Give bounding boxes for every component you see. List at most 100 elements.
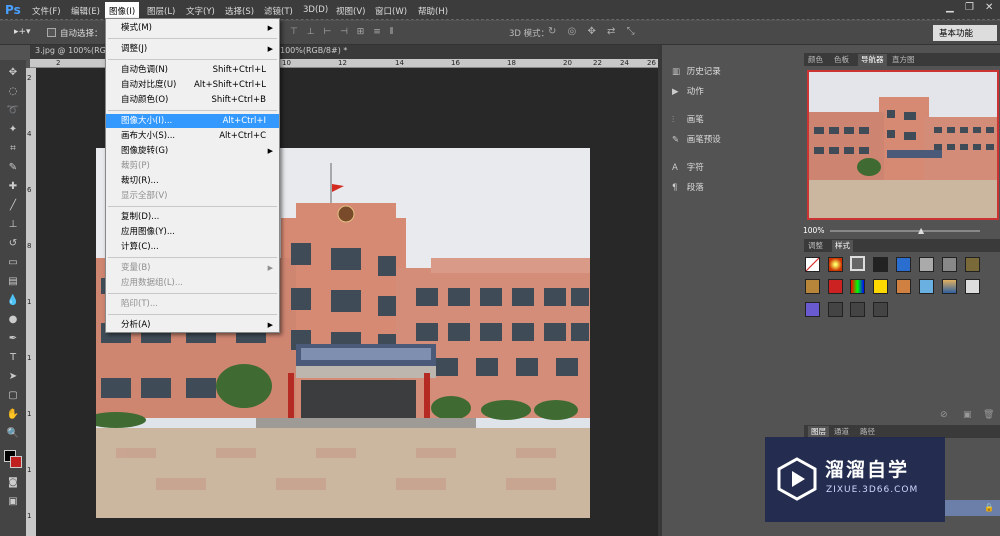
screen-mode-icon[interactable]: ▣ bbox=[6, 495, 20, 509]
menu-window[interactable]: 窗口(W) bbox=[375, 5, 407, 17]
style-swatch[interactable] bbox=[850, 302, 865, 317]
tab-styles[interactable]: 样式 bbox=[832, 240, 853, 252]
eraser-icon[interactable]: ▭ bbox=[6, 256, 20, 270]
menu-layer[interactable]: 图层(L) bbox=[147, 5, 175, 17]
move-tool-icon[interactable]: ▸+▾ bbox=[14, 27, 31, 37]
menu-view[interactable]: 视图(V) bbox=[336, 5, 365, 17]
blur-icon[interactable]: 💧 bbox=[6, 294, 20, 308]
style-swatch[interactable] bbox=[850, 279, 865, 294]
healing-icon[interactable]: ✚ bbox=[6, 180, 20, 194]
move-icon[interactable]: ✥ bbox=[6, 66, 20, 80]
crop-icon[interactable]: ⌗ bbox=[6, 142, 20, 156]
menu-filter[interactable]: 滤镜(T) bbox=[264, 5, 293, 17]
zoom-slider-handle[interactable]: ▲ bbox=[918, 226, 924, 235]
image-menu-item[interactable]: 应用图像(Y)... bbox=[106, 225, 279, 239]
style-swatch[interactable] bbox=[850, 256, 865, 271]
zoom-value[interactable]: 100% bbox=[803, 226, 824, 235]
lasso-icon[interactable]: ➰ bbox=[6, 104, 20, 118]
zoom-icon[interactable]: 🔍 bbox=[6, 427, 20, 441]
tab-adjustments[interactable]: 调整 bbox=[808, 240, 823, 251]
menu-type[interactable]: 文字(Y) bbox=[186, 5, 215, 17]
restore-icon[interactable]: ❐ bbox=[965, 2, 974, 13]
style-swatch[interactable] bbox=[828, 279, 843, 294]
image-menu-item[interactable]: 裁切(R)... bbox=[106, 174, 279, 188]
style-swatch[interactable] bbox=[805, 279, 820, 294]
3d-mode-icons[interactable]: ↻ ◎ ✥ ⇄ ⤡ bbox=[548, 26, 639, 37]
magic-wand-icon[interactable]: ✦ bbox=[6, 123, 20, 137]
background-color-swatch[interactable] bbox=[10, 456, 22, 468]
quick-mask-icon[interactable]: ◙ bbox=[6, 476, 20, 490]
close-icon[interactable]: ✕ bbox=[985, 2, 993, 13]
type-icon[interactable]: T bbox=[6, 351, 20, 365]
image-menu-item[interactable]: 自动色调(N) Shift+Ctrl+L bbox=[106, 63, 279, 77]
panel-actions[interactable]: ▶ 动作 bbox=[672, 85, 704, 99]
minimize-icon[interactable]: ▁ bbox=[946, 2, 954, 13]
image-menu-item[interactable]: 自动对比度(U) Alt+Shift+Ctrl+L bbox=[106, 78, 279, 92]
brush-icon[interactable]: ╱ bbox=[6, 199, 20, 213]
document-tab-2[interactable]: 100%(RGB/8#) * bbox=[280, 46, 347, 55]
trash-icon[interactable]: 🗑 bbox=[983, 410, 994, 420]
panel-character[interactable]: A 字符 bbox=[672, 161, 704, 175]
tab-histogram[interactable]: 直方图 bbox=[892, 54, 915, 65]
menu-help[interactable]: 帮助(H) bbox=[418, 5, 448, 17]
style-swatch[interactable] bbox=[919, 257, 934, 272]
delete-style-icon[interactable]: ⊘ bbox=[940, 410, 948, 420]
style-swatch[interactable] bbox=[942, 257, 957, 272]
menu-separator bbox=[108, 59, 277, 60]
history-brush-icon[interactable]: ↺ bbox=[6, 237, 20, 251]
style-swatch[interactable] bbox=[965, 279, 980, 294]
image-menu-item[interactable]: 复制(D)... bbox=[106, 210, 279, 224]
style-swatch[interactable] bbox=[873, 279, 888, 294]
panel-paragraph[interactable]: ¶ 段落 bbox=[672, 181, 704, 195]
path-select-icon[interactable]: ➤ bbox=[6, 370, 20, 384]
new-style-icon[interactable]: ▣ bbox=[963, 410, 972, 420]
align-icons[interactable]: ⊤ ⊥ ⊢ ⊣ ⊞ ≡ ⫴ bbox=[290, 27, 396, 37]
image-menu-item[interactable]: 自动颜色(O) Shift+Ctrl+B bbox=[106, 93, 279, 107]
dodge-icon[interactable]: ● bbox=[6, 313, 20, 327]
style-swatch[interactable] bbox=[805, 257, 820, 272]
navigator-preview[interactable] bbox=[807, 70, 999, 220]
panel-brush-presets[interactable]: ✎ 画笔预设 bbox=[672, 133, 721, 147]
shape-icon[interactable]: ▢ bbox=[6, 389, 20, 403]
style-swatch[interactable] bbox=[896, 257, 911, 272]
style-swatch[interactable] bbox=[942, 279, 957, 294]
style-swatch[interactable] bbox=[828, 257, 843, 272]
style-swatch[interactable] bbox=[828, 302, 843, 317]
panel-history[interactable]: ▥ 历史记录 bbox=[672, 65, 721, 79]
style-swatch[interactable] bbox=[919, 279, 934, 294]
image-menu-item[interactable]: 分析(A) ▶ bbox=[106, 318, 279, 332]
image-menu-item[interactable]: 图像旋转(G) ▶ bbox=[106, 144, 279, 158]
document-tab-1[interactable]: 3.jpg @ 100%(RGB bbox=[35, 46, 111, 55]
eyedropper-icon[interactable]: ✎ bbox=[6, 161, 20, 175]
menu-image[interactable]: 图像(I) bbox=[105, 2, 140, 19]
style-swatch[interactable] bbox=[873, 302, 888, 317]
image-menu-item[interactable]: 计算(C)... bbox=[106, 240, 279, 254]
style-swatch[interactable] bbox=[873, 257, 888, 272]
pen-icon[interactable]: ✒ bbox=[6, 332, 20, 346]
gradient-icon[interactable]: ▤ bbox=[6, 275, 20, 289]
tab-swatches[interactable]: 色板 bbox=[834, 54, 849, 65]
tab-navigator[interactable]: 导航器 bbox=[858, 54, 887, 66]
style-swatch[interactable] bbox=[896, 279, 911, 294]
image-menu-item[interactable]: 画布大小(S)... Alt+Ctrl+C bbox=[106, 129, 279, 143]
hand-icon[interactable]: ✋ bbox=[6, 408, 20, 422]
stamp-icon[interactable]: ⊥ bbox=[6, 218, 20, 232]
style-swatch[interactable] bbox=[805, 302, 820, 317]
tab-channels[interactable]: 通道 bbox=[834, 426, 849, 437]
ruler-tick: 1 bbox=[27, 512, 32, 520]
marquee-icon[interactable]: ◌ bbox=[6, 85, 20, 99]
menu-file[interactable]: 文件(F) bbox=[32, 5, 61, 17]
image-menu-item[interactable]: 图像大小(I)... Alt+Ctrl+I bbox=[106, 114, 279, 128]
menu-edit[interactable]: 编辑(E) bbox=[71, 5, 100, 17]
workspace-select[interactable]: 基本功能 bbox=[933, 25, 997, 41]
zoom-slider[interactable] bbox=[830, 230, 980, 232]
style-swatch[interactable] bbox=[965, 257, 980, 272]
auto-select-checkbox[interactable] bbox=[47, 28, 56, 37]
tab-paths[interactable]: 路径 bbox=[860, 426, 875, 437]
image-menu-item[interactable]: 模式(M) ▶ bbox=[106, 21, 279, 35]
menu-select[interactable]: 选择(S) bbox=[225, 5, 254, 17]
image-menu-item[interactable]: 调整(J) ▶ bbox=[106, 42, 279, 56]
tab-color[interactable]: 颜色 bbox=[808, 54, 823, 65]
menu-3d[interactable]: 3D(D) bbox=[303, 5, 328, 15]
panel-brush[interactable]: ⫶ 画笔 bbox=[672, 113, 704, 127]
